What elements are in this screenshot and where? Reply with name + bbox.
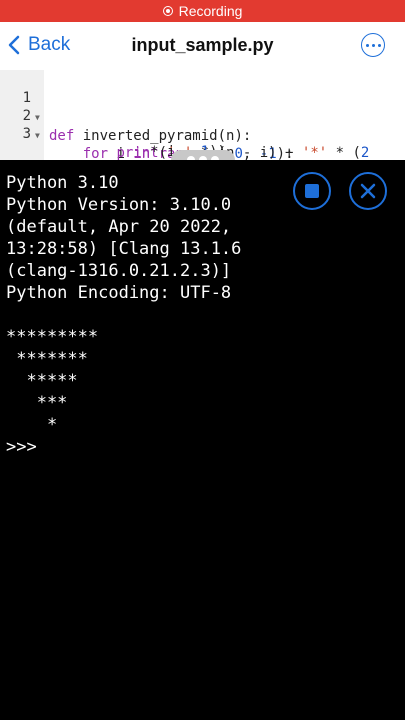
terminal-line: (default, Apr 20 2022, <box>6 217 232 237</box>
code-line-wrapped[interactable]: * i - 1)) <box>0 124 226 160</box>
terminal-line: Python Encoding: UTF-8 <box>6 283 232 303</box>
ellipsis-icon <box>365 43 369 47</box>
code-line[interactable]: 1 ▼ def inverted_pyramid(n): <box>0 70 252 144</box>
terminal-line: ***** <box>6 371 78 391</box>
recording-icon <box>162 6 173 16</box>
terminal-line: 13:28:58) [Clang 13.1.6 <box>6 239 242 259</box>
code-line[interactable]: 2 ▼ for i in range(n, 0, -1): <box>0 88 294 162</box>
fold-arrow-icon[interactable]: ▼ <box>35 126 40 145</box>
more-options-button[interactable] <box>361 33 385 57</box>
code-line[interactable]: 4 <box>0 142 34 178</box>
terminal-line: *** <box>6 393 68 413</box>
console-output[interactable]: Python 3.10 Python Version: 3.10.0 (defaul… <box>0 160 405 720</box>
terminal-text: Python 3.10 Python Version: 3.10.0 (defaul… <box>6 172 241 458</box>
terminal-line: Python Version: 3.10.0 <box>6 195 232 215</box>
terminal-line: Python 3.10 <box>6 173 119 193</box>
terminal-line: ********* <box>6 327 99 347</box>
page-title: input_sample.py <box>131 35 274 55</box>
stop-button[interactable] <box>293 172 331 210</box>
navigation-bar: Back input_sample.py <box>0 22 405 70</box>
code-line[interactable]: 3 print(' ' * (n - i) + '*' * (2 <box>0 106 370 161</box>
close-icon <box>360 183 376 199</box>
terminal-line: ******* <box>6 349 88 369</box>
close-console-button[interactable] <box>349 172 387 210</box>
terminal-line: (clang-1316.0.21.2.3)] <box>6 261 232 281</box>
recording-status-bar[interactable]: Recording <box>0 0 405 22</box>
terminal-line: * <box>6 415 58 435</box>
fold-arrow-icon[interactable]: ▼ <box>35 108 40 127</box>
recording-label: Recording <box>178 3 243 19</box>
terminal-line: >>> <box>6 437 37 457</box>
code-editor[interactable]: 1 ▼ def inverted_pyramid(n): 2 ▼ for i i… <box>0 70 405 178</box>
stop-icon <box>305 184 319 198</box>
